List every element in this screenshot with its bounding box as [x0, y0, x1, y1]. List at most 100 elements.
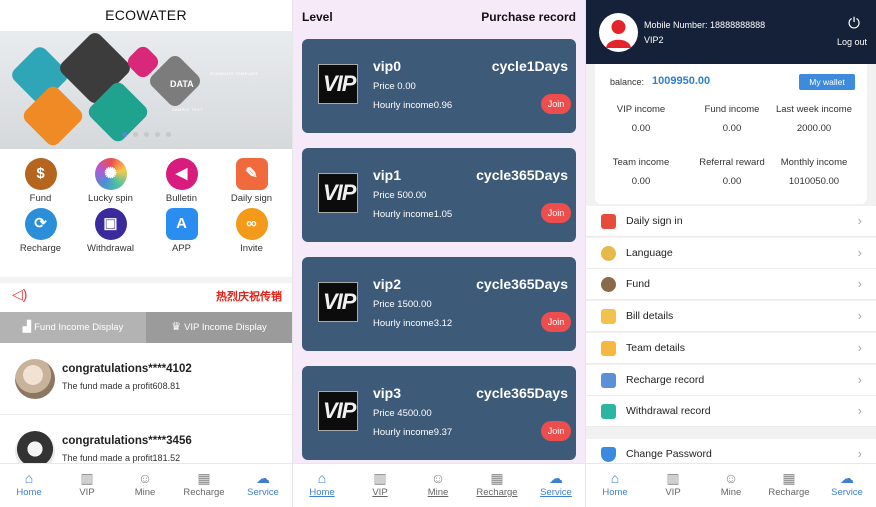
vip-price: Price 0.00 — [373, 81, 416, 92]
logout-button[interactable]: Log out — [837, 37, 867, 47]
recharge-record-icon — [601, 373, 616, 388]
menu-label: Language — [626, 247, 673, 259]
tab-label: Home — [309, 487, 335, 498]
menu-item-team-details[interactable]: Team details › — [586, 333, 876, 364]
tab-fund-income[interactable]: ▟ Fund Income Display — [0, 312, 146, 343]
banner-heading: DATA — [170, 79, 194, 89]
purchase-record-link[interactable]: Purchase record — [481, 10, 576, 24]
tab-recharge[interactable]: ▦ Recharge — [174, 464, 234, 507]
app-store-icon: A — [165, 208, 198, 240]
level-header: Level Purchase record — [293, 0, 585, 32]
chevron-right-icon: › — [857, 245, 862, 260]
tab-mine[interactable]: ☺ Mine — [702, 464, 760, 507]
vip-hourly-income: Hourly income1.05 — [373, 209, 453, 220]
tab-label: Recharge — [183, 487, 225, 498]
menu-item-withdrawal-record[interactable]: Withdrawal record › — [586, 396, 876, 427]
vip-name: vip1 — [373, 167, 402, 183]
tab-vip-income[interactable]: ♛ VIP Income Display — [146, 312, 292, 343]
tab-vip[interactable]: ▥ VIP — [58, 464, 116, 507]
chevron-right-icon: › — [857, 276, 862, 291]
grid-item-invite[interactable]: ∞ Invite — [215, 208, 288, 254]
tab-label: Mine — [720, 487, 742, 498]
income-display-tabs: ▟ Fund Income Display ♛ VIP Income Display — [0, 312, 292, 343]
home-icon: ⌂ — [24, 470, 34, 486]
tab-service[interactable]: ☁ Service — [818, 464, 876, 507]
tab-home[interactable]: ⌂ Home — [586, 464, 644, 507]
stat-vip-income: VIP income 0.00 — [596, 104, 686, 134]
mine-user-icon: ☺ — [430, 470, 446, 486]
tab-vip[interactable]: ▥ VIP — [351, 464, 409, 507]
grid-label: Fund — [29, 193, 52, 204]
join-button[interactable]: Join — [541, 421, 571, 441]
power-icon[interactable]: ⏻ — [848, 15, 860, 32]
user-avatar-icon — [606, 20, 631, 48]
speaker-icon: ◁) — [12, 286, 28, 302]
vip-crown-icon: ♛ — [171, 321, 182, 333]
shield-icon — [601, 447, 616, 462]
avatar[interactable] — [599, 13, 638, 52]
vip-card: VIP vip0 cycle1Days Price 0.00 Hourly in… — [302, 39, 576, 133]
carousel-dot[interactable] — [165, 132, 171, 137]
grid-item-recharge[interactable]: ⟳ Recharge — [4, 208, 77, 254]
banner-subtext: ELEMENTS TEMPLATE — [210, 71, 259, 76]
chevron-right-icon: › — [857, 308, 862, 323]
vip-chart-icon: ▥ — [666, 470, 680, 486]
join-button[interactable]: Join — [541, 203, 571, 223]
menu-item-daily-sign-in[interactable]: Daily sign in › — [586, 206, 876, 237]
vip-hourly-income: Hourly income9.37 — [373, 427, 453, 438]
vip-hourly-income: Hourly income3.12 — [373, 318, 453, 329]
menu-item-recharge-record[interactable]: Recharge record › — [586, 365, 876, 396]
app-title: ECOWATER — [105, 7, 187, 23]
tab-label: VIP — [665, 487, 681, 498]
carousel-dot[interactable] — [143, 132, 149, 137]
recharge-icon: ⟳ — [24, 208, 57, 240]
vip-cycle: cycle1Days — [491, 58, 568, 74]
tab-label: Mine — [134, 487, 156, 498]
tab-mine[interactable]: ☺ Mine — [116, 464, 174, 507]
tab-vip[interactable]: ▥ VIP — [644, 464, 702, 507]
stat-label: Monthly income — [780, 157, 848, 168]
carousel-dot[interactable] — [154, 132, 160, 137]
grid-item-bulletin[interactable]: ◀ Bulletin — [145, 158, 218, 204]
tab-service[interactable]: ☁ Service — [234, 464, 292, 507]
promo-banner[interactable]: DATA ELEMENTS TEMPLATE SAMPLE TEXT — [0, 31, 292, 149]
tab-home[interactable]: ⌂ Home — [293, 464, 351, 507]
vip-logo-icon: VIP — [318, 391, 358, 431]
tab-home[interactable]: ⌂ Home — [0, 464, 58, 507]
menu-label: Bill details — [626, 310, 674, 322]
menu-label: Recharge record — [626, 374, 705, 386]
my-wallet-button[interactable]: My wallet — [799, 74, 855, 90]
carousel-dot[interactable] — [132, 132, 138, 137]
daily-sign-in-icon — [601, 214, 616, 229]
join-button[interactable]: Join — [541, 94, 571, 114]
join-button[interactable]: Join — [541, 312, 571, 332]
notice-bar[interactable]: ◁) 热烈庆祝传销 — [0, 277, 292, 304]
vip-logo-icon: VIP — [318, 173, 358, 213]
vip-level: VIP2 — [644, 35, 664, 45]
withdrawal-icon: ▣ — [94, 208, 127, 240]
tab-recharge[interactable]: ▦ Recharge — [760, 464, 818, 507]
grid-label: Invite — [240, 243, 263, 254]
menu-item-language[interactable]: Language › — [586, 238, 876, 269]
grid-item-lucky-spin[interactable]: ✺ Lucky spin — [74, 158, 147, 204]
menu-item-bill-details[interactable]: Bill details › — [586, 301, 876, 332]
mobile-value: 18888888888 — [710, 20, 766, 30]
grid-item-daily-sign[interactable]: ✎ Daily sign — [215, 158, 288, 204]
stat-team-income: Team income 0.00 — [596, 157, 686, 187]
stat-value: 0.00 — [722, 176, 742, 187]
tab-recharge[interactable]: ▦ Recharge — [467, 464, 527, 507]
tab-mine[interactable]: ☺ Mine — [409, 464, 467, 507]
grid-item-withdrawal[interactable]: ▣ Withdrawal — [74, 208, 147, 254]
carousel-dot[interactable] — [121, 132, 127, 137]
tab-service[interactable]: ☁ Service — [527, 464, 585, 507]
stat-value: 2000.00 — [796, 123, 832, 134]
chevron-right-icon: › — [857, 340, 862, 355]
grid-item-fund[interactable]: $ Fund — [4, 158, 77, 204]
mobile-number: Mobile Number: 18888888888 — [644, 20, 765, 30]
tab-label: Service — [831, 487, 863, 498]
menu-item-fund[interactable]: Fund › — [586, 269, 876, 300]
carousel-dots[interactable] — [0, 124, 292, 142]
stat-label: Last week income — [775, 104, 853, 115]
stat-label: Team income — [612, 157, 670, 168]
grid-item-app[interactable]: A APP — [145, 208, 218, 254]
